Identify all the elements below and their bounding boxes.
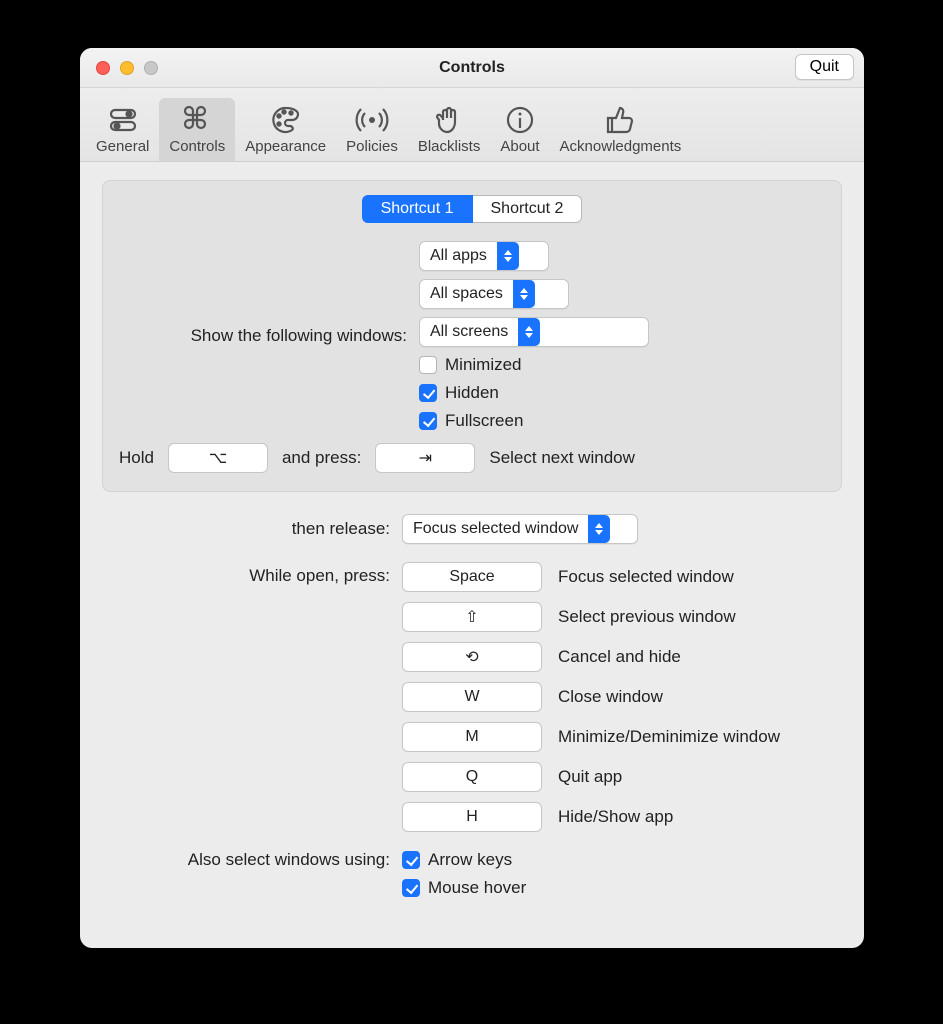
arrow-keys-label: Arrow keys: [428, 850, 512, 870]
action-label: Select previous window: [558, 607, 736, 627]
action-label: Cancel and hide: [558, 647, 681, 667]
key-field[interactable]: M: [402, 722, 542, 752]
tab-label: Appearance: [245, 138, 326, 155]
hidden-checkbox[interactable]: [419, 384, 437, 402]
action-label: Focus selected window: [558, 567, 734, 587]
shortcut-1-tab[interactable]: Shortcut 1: [362, 195, 473, 223]
action-row: ⇧ Select previous window: [402, 602, 780, 632]
action-label: Hide/Show app: [558, 807, 673, 827]
mouse-hover-checkbox[interactable]: [402, 879, 420, 897]
shortcut-2-tab[interactable]: Shortcut 2: [473, 195, 583, 223]
window-title: Controls: [80, 59, 864, 77]
tab-appearance[interactable]: Appearance: [235, 98, 336, 161]
shortcut-panel: Shortcut 1 Shortcut 2 Show the following…: [102, 180, 842, 492]
while-open-label: While open, press:: [102, 562, 402, 586]
mouse-hover-label: Mouse hover: [428, 878, 526, 898]
key-field[interactable]: Q: [402, 762, 542, 792]
preferences-window: Controls Quit General Controls Appearanc…: [80, 48, 864, 948]
key-field[interactable]: W: [402, 682, 542, 712]
select-next-label: Select next window: [489, 448, 635, 468]
tab-policies[interactable]: Policies: [336, 98, 408, 161]
action-row: Space Focus selected window: [402, 562, 780, 592]
screens-popup-value: All screens: [420, 323, 518, 341]
chevron-updown-icon: [518, 318, 540, 346]
apps-popup-value: All apps: [420, 247, 497, 265]
minimized-checkbox[interactable]: [419, 356, 437, 374]
quit-button[interactable]: Quit: [795, 54, 854, 80]
fullscreen-checkbox[interactable]: [419, 412, 437, 430]
tab-about[interactable]: About: [490, 98, 549, 161]
release-popup-value: Focus selected window: [403, 520, 588, 538]
action-label: Close window: [558, 687, 663, 707]
spaces-popup-value: All spaces: [420, 285, 513, 303]
action-row: H Hide/Show app: [402, 802, 780, 832]
arrow-keys-checkbox[interactable]: [402, 851, 420, 869]
tab-label: Policies: [346, 138, 398, 155]
hidden-label: Hidden: [445, 383, 499, 403]
fullscreen-label: Fullscreen: [445, 411, 523, 431]
and-press-label: and press:: [282, 448, 361, 468]
hold-key-field[interactable]: ⌥: [168, 443, 268, 473]
minimized-label: Minimized: [445, 355, 522, 375]
key-field[interactable]: ⇧: [402, 602, 542, 632]
key-field[interactable]: H: [402, 802, 542, 832]
spaces-popup[interactable]: All spaces: [419, 279, 569, 309]
tab-label: Controls: [169, 138, 225, 155]
tab-general[interactable]: General: [86, 98, 159, 161]
general-icon: [105, 102, 141, 138]
action-row: Q Quit app: [402, 762, 780, 792]
then-release-label: then release:: [102, 519, 402, 539]
tab-acknowledgments[interactable]: Acknowledgments: [550, 98, 692, 161]
also-select-label: Also select windows using:: [102, 850, 402, 870]
action-label: Quit app: [558, 767, 622, 787]
action-row: ⟲ Cancel and hide: [402, 642, 780, 672]
broadcast-icon: [354, 102, 390, 138]
hand-icon: [431, 102, 467, 138]
info-icon: [502, 102, 538, 138]
chevron-updown-icon: [588, 515, 610, 543]
while-open-list: Space Focus selected window ⇧ Select previ…: [402, 562, 780, 832]
command-icon: [179, 102, 215, 138]
thumbs-up-icon: [602, 102, 638, 138]
chevron-updown-icon: [497, 242, 519, 270]
action-row: W Close window: [402, 682, 780, 712]
apps-popup[interactable]: All apps: [419, 241, 549, 271]
palette-icon: [268, 102, 304, 138]
tab-label: Acknowledgments: [560, 138, 682, 155]
hold-label: Hold: [119, 448, 154, 468]
tab-label: About: [500, 138, 539, 155]
content-pane: Shortcut 1 Shortcut 2 Show the following…: [80, 162, 864, 924]
tab-label: Blacklists: [418, 138, 481, 155]
tab-controls[interactable]: Controls: [159, 98, 235, 161]
shortcut-segmented: Shortcut 1 Shortcut 2: [119, 195, 825, 223]
show-windows-label: Show the following windows:: [119, 326, 419, 346]
screens-popup[interactable]: All screens: [419, 317, 649, 347]
release-popup[interactable]: Focus selected window: [402, 514, 638, 544]
key-field[interactable]: ⟲: [402, 642, 542, 672]
action-row: M Minimize/Deminimize window: [402, 722, 780, 752]
tab-blacklists[interactable]: Blacklists: [408, 98, 491, 161]
toolbar: General Controls Appearance Policies Bla…: [80, 88, 864, 162]
titlebar: Controls Quit: [80, 48, 864, 88]
action-label: Minimize/Deminimize window: [558, 727, 780, 747]
press-key-field[interactable]: ⇥: [375, 443, 475, 473]
key-field[interactable]: Space: [402, 562, 542, 592]
tab-label: General: [96, 138, 149, 155]
chevron-updown-icon: [513, 280, 535, 308]
